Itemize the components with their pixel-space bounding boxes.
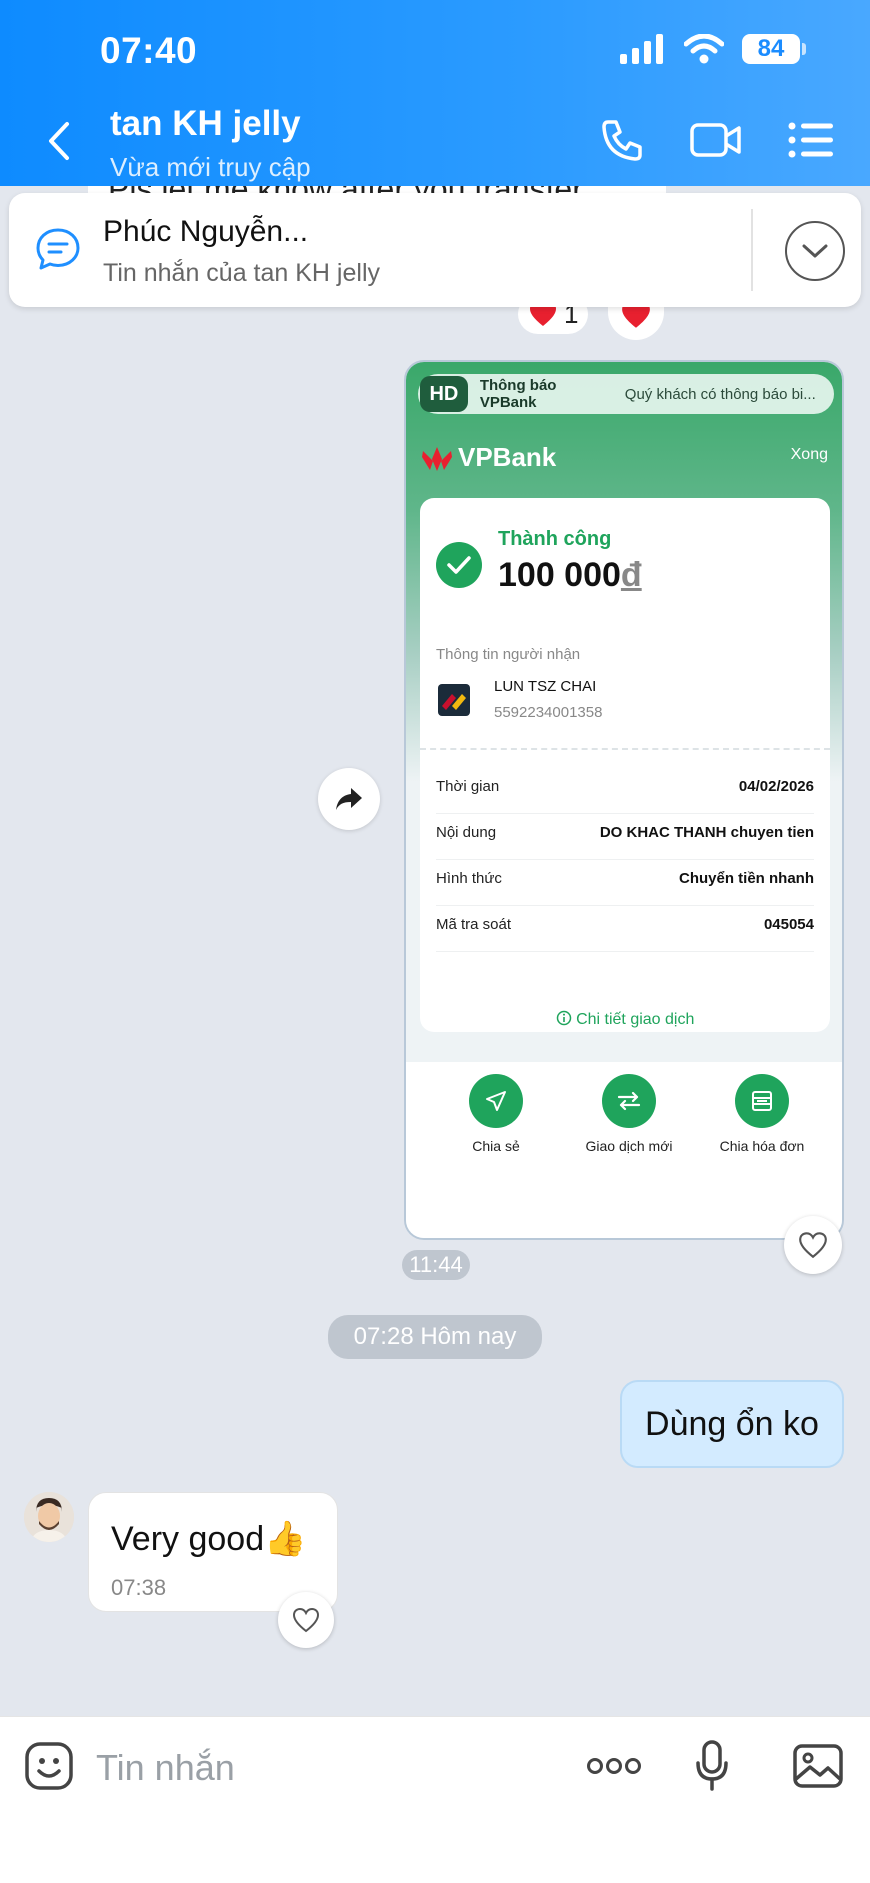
detail-value: Chuyển tiền nhanh [679,870,814,887]
message-time: 07:38 [111,1575,167,1600]
chevron-left-icon [49,122,69,160]
notification-title: Thông báo VPBank [479,377,557,411]
call-button[interactable] [597,115,647,165]
divider [751,209,753,291]
detail-label: Thời gian [436,778,500,795]
bill-icon [735,1074,789,1128]
hd-badge: HD [420,376,468,412]
new-transaction-action: Giao dịch mới [559,1074,699,1154]
send-icon [469,1074,523,1128]
sticker-icon [25,1742,73,1790]
status-time: 07:40 [100,30,198,71]
outgoing-message[interactable]: Dùng ổn ko [620,1380,844,1468]
message-timestamp: 11:44 [402,1250,470,1280]
phone-icon [602,120,642,161]
message-text: Very good👍 [111,1520,307,1558]
gallery-icon [793,1744,843,1788]
avatar[interactable] [24,1492,74,1542]
new-transaction-label: Giao dịch mới [585,1138,673,1154]
pinned-message-bar[interactable]: Phúc Nguyễn... Tin nhắn của tan KH jelly [9,193,861,307]
transaction-amount: 100 000đ [498,556,642,595]
expand-pinned-button[interactable] [785,221,845,281]
notification-body: Quý khách có thông báo bi... [624,385,816,403]
split-bill-label: Chia hóa đơn [719,1138,805,1154]
transaction-receipt: Thành công 100 000đ Thông tin người nhận… [420,498,830,1032]
heart-outline-icon [799,1232,827,1259]
battery-icon: 84 [742,34,806,64]
bank-notification: HD Thông báo VPBank Quý khách có thông b… [418,374,834,414]
recipient-account: 5592234001358 [494,704,603,721]
recipient-name: LUN TSZ CHAI [494,678,597,695]
share-action-label: Chia sẻ [472,1138,520,1154]
detail-label: Nội dung [436,824,497,841]
microphone-icon [696,1740,728,1791]
message-input[interactable]: Tin nhắn [96,1747,235,1789]
image-button[interactable] [792,1743,844,1794]
image-message[interactable]: HD Thông báo VPBank Quý khách có thông b… [404,360,844,1240]
voice-button[interactable] [694,1739,730,1798]
done-button: Xong [790,446,828,463]
split-bill-action: Chia hóa đơn [692,1074,832,1154]
pinned-sender: Phúc Nguyễn... [103,215,309,248]
vpbank-logo-icon [422,446,452,471]
detail-value: 045054 [763,916,814,933]
recipient-bank-logo [438,684,470,716]
chat-header: 07:40 84 tan KH jelly Vừa mới truy cập [0,0,870,186]
detail-value: DO KHAC THANH chuyen tien [599,824,814,841]
wifi-icon [684,34,724,64]
more-options-button[interactable] [586,1757,642,1780]
heart-outline-icon [292,1607,320,1633]
signal-icon [620,34,663,64]
video-call-button[interactable] [688,115,744,165]
detail-value: 04/02/2026 [738,778,814,795]
vpbank-logo-text: VPBank [458,442,557,472]
chat-title[interactable]: tan KH jelly [110,104,301,144]
share-action: Chia sẻ [426,1074,566,1154]
amount-value: 100 000 [498,556,621,594]
detail-link-label: Chi tiết giao dịch [576,1011,695,1028]
currency-symbol: đ [620,556,642,594]
date-divider: 07:28 Hôm nay [328,1315,542,1359]
chat-subtitle: Vừa mới truy cập [110,152,311,182]
check-icon [436,542,482,588]
vpbank-logo: VPBank [420,442,556,473]
menu-button[interactable] [783,115,839,165]
transaction-status: Thành công [498,528,612,550]
info-icon [556,1010,571,1026]
composer-bar: Tin nhắn [0,1716,870,1883]
pinned-subtitle: Tin nhắn của tan KH jelly [103,259,381,287]
divider [420,748,830,750]
emoji-button[interactable] [24,1741,74,1796]
status-icons: 84 [620,34,806,64]
detail-label: Mã tra soát [436,916,512,933]
battery-level: 84 [742,34,800,64]
back-button[interactable] [44,120,74,162]
share-arrow-icon [336,788,362,810]
transaction-detail-link: Chi tiết giao dịch [420,1010,830,1029]
chat-bubble-icon [35,227,81,276]
list-menu-icon [788,122,833,158]
more-horizontal-icon [587,1758,641,1774]
forward-button[interactable] [318,768,380,830]
detail-label: Hình thức [436,870,502,887]
swap-icon [602,1074,656,1128]
receipt-actions: Chia sẻ Giao dịch mới Chia hóa đơn [406,1062,842,1238]
chevron-down-icon [802,244,828,258]
like-button[interactable] [278,1592,334,1648]
recipient-label: Thông tin người nhận [436,646,581,663]
video-icon [690,123,741,157]
like-button[interactable] [784,1216,842,1274]
detail-row: Mã tra soát 045054 [436,898,814,952]
